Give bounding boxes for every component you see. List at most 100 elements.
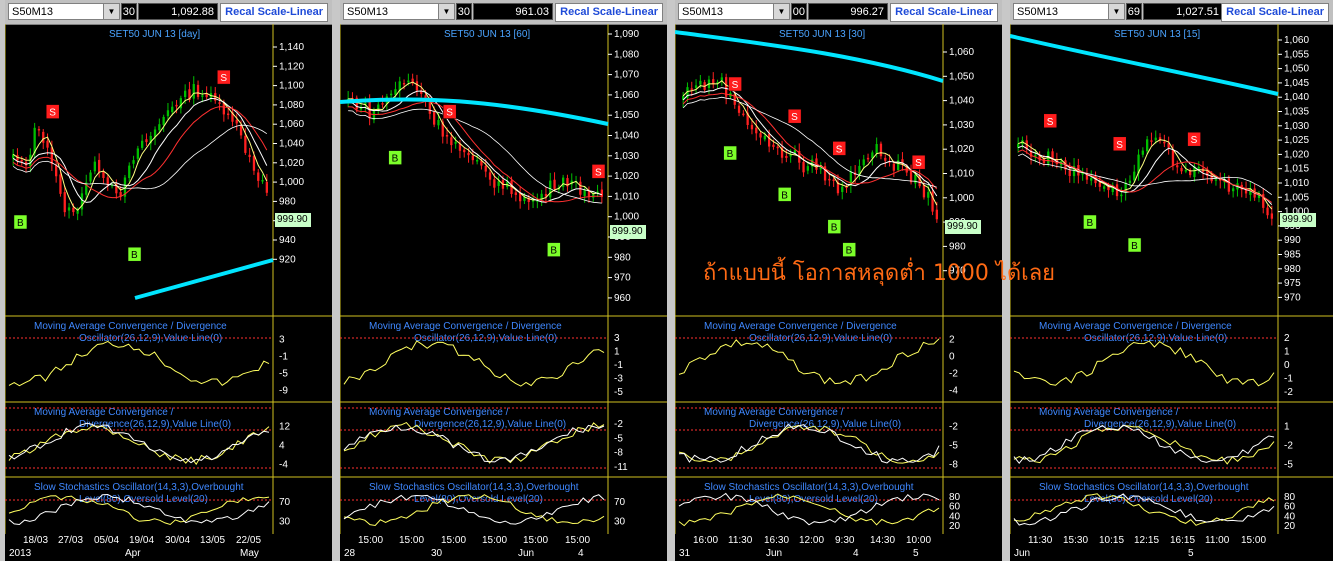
indicator-title: Moving Average Convergence / Divergence [704,321,897,332]
candle-body [402,82,406,85]
candle-body [98,159,101,173]
candle-body [1184,170,1187,172]
symbol-select[interactable]: S50M13 ▼ [678,3,790,20]
y-tick-label: 980 [614,252,631,263]
y-tick-label: 1,060 [614,90,639,101]
svg-text:B: B [392,154,399,165]
sell-signal: S [1187,131,1201,147]
y-tick-label: 1,030 [949,120,974,131]
candle-body [158,124,161,131]
candle-body [46,140,49,148]
candle-body [184,90,187,98]
candle-body [690,88,693,90]
symbol-select[interactable]: S50M13 ▼ [1013,3,1125,20]
y-tick-label: 1,020 [1284,149,1309,160]
y-tick-label: 1,030 [1284,121,1309,132]
candle-body [141,140,144,148]
candle-body [175,104,178,107]
sell-signal: S [217,69,231,85]
candle-body [1128,180,1132,184]
candle-body [235,119,238,124]
y-tick-label: 1,070 [614,70,639,81]
candle-body [55,164,58,177]
indicator-tick-label: -8 [614,448,623,459]
indicator-tick-label: 0 [949,352,955,363]
moving-average-line [1018,139,1273,210]
last-price-tag: 999.90 [610,225,646,239]
chart-canvas: SET50 JUN 13 [15] 1,060 1,055 1,050 1,045 1,0… [1010,24,1333,534]
x-axis-row-date: 2013 Apr May [5,548,273,561]
x-axis: 16:00 11:30 16:30 12:00 9:30 14:30 10:00 31 Jun 4… [675,533,1002,561]
candle-body [93,161,96,172]
candle-body [828,178,831,181]
macd-line [1013,424,1275,465]
recal-scale-button[interactable]: Recal Scale-Linear [555,3,663,22]
candle-body [166,110,170,117]
candle-body [72,207,75,213]
y-tick-label: 1,055 [1284,49,1309,60]
indicator-tick-label: -4 [949,386,958,397]
y-tick-label: 1,040 [949,96,974,107]
svg-text:S: S [220,73,227,84]
candle-body [196,84,200,97]
candle-body [1098,182,1101,187]
indicator-tick-label: -1 [279,352,288,363]
candle-body [381,103,384,105]
sell-signal: S [787,108,802,124]
recal-scale-button[interactable]: Recal Scale-Linear [890,3,998,22]
candle-body [772,144,775,147]
x-date-label: 4 [578,548,584,559]
svg-text:S: S [915,158,922,169]
candle-body [875,144,878,154]
indicator-tick-label: -5 [614,433,623,444]
last-price-tag: 999.90 [1280,213,1316,227]
sell-signal: S [1043,113,1058,129]
buy-signal: B [13,214,28,230]
svg-text:S: S [595,167,602,178]
candle-body [694,85,698,88]
candle-body [768,133,771,147]
candle-body [1141,150,1144,155]
candle-body [1266,207,1269,216]
candle-body [488,172,492,180]
candle-body [514,192,517,195]
candle-body [892,163,895,171]
x-tick-label: 16:00 [693,535,719,546]
candle-body [935,209,938,220]
macd-line [8,340,270,387]
candle-body [562,177,565,187]
indicator-tick-label: 12 [279,422,291,433]
indicator-tick-label: -11 [614,462,628,473]
x-tick-label: 19/04 [129,535,155,546]
x-tick-label: 15:00 [1241,535,1267,546]
x-axis-row-time: 15:00 15:00 15:00 15:00 15:00 15:00 [340,535,608,548]
indicator-title: Moving Average Convergence / [34,407,174,418]
symbol-value: S50M13 [347,6,388,18]
buy-signal: B [723,145,737,161]
partial-value: 69 [1126,3,1142,20]
long-ma-line [340,97,609,126]
svg-text:B: B [781,190,788,201]
chevron-down-icon[interactable]: ▼ [1108,4,1124,19]
candle-body [218,102,221,104]
candle-body [1180,167,1183,172]
candle-body [437,119,440,126]
y-tick-label: 1,140 [279,42,304,53]
chevron-down-icon[interactable]: ▼ [438,4,454,19]
candle-body [454,142,457,144]
indicator-title: Slow Stochastics Oscillator(14,3,3),Over… [369,482,579,493]
symbol-select[interactable]: S50M13 ▼ [343,3,455,20]
symbol-select[interactable]: S50M13 ▼ [8,3,120,20]
y-tick-label: 970 [614,273,631,284]
svg-text:B: B [727,149,734,160]
chevron-down-icon[interactable]: ▼ [103,4,119,19]
chevron-down-icon[interactable]: ▼ [773,4,789,19]
indicator-tick-label: 20 [949,521,961,532]
y-tick-label: 980 [279,196,296,207]
recal-scale-button[interactable]: Recal Scale-Linear [1221,3,1329,22]
indicator-tick-label: -5 [279,369,288,380]
recal-scale-button[interactable]: Recal Scale-Linear [220,3,328,22]
candle-body [257,172,260,181]
candle-body [252,156,256,171]
x-tick-label: 05/04 [94,535,120,546]
